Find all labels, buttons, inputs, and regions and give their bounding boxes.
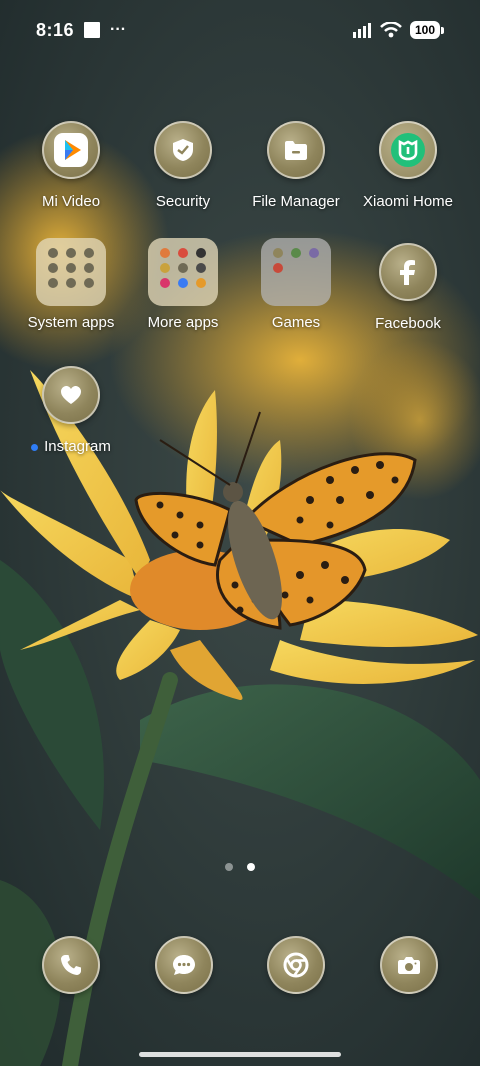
app-label: Facebook: [375, 315, 441, 332]
app-xiaomi-home[interactable]: Xiaomi Home: [353, 121, 463, 210]
folder-icon: [267, 121, 325, 179]
dock-chrome[interactable]: [267, 936, 325, 994]
app-label: System apps: [27, 314, 115, 331]
folder-icon: [261, 238, 331, 306]
app-security[interactable]: Security: [128, 121, 238, 210]
folder-system-apps[interactable]: System apps: [16, 238, 126, 331]
more-notifications-icon: ···: [110, 21, 127, 38]
facebook-icon: [379, 243, 437, 301]
dock-messages[interactable]: [155, 936, 213, 994]
app-label: Xiaomi Home: [362, 193, 454, 210]
app-file-manager[interactable]: File Manager: [241, 121, 351, 210]
battery-level: 100: [409, 21, 440, 39]
signal-icon: [352, 23, 371, 38]
folder-icon: [36, 238, 106, 306]
chrome-icon: [267, 936, 325, 994]
notification-icon: [84, 22, 101, 38]
camera-icon: [380, 936, 438, 994]
page-dot-1[interactable]: [225, 863, 233, 871]
folder-more-apps[interactable]: More apps: [128, 238, 238, 331]
dock-phone[interactable]: [42, 936, 100, 994]
app-label: Games: [271, 314, 321, 331]
app-mi-video[interactable]: Mi Video: [16, 121, 126, 210]
heart-icon: [42, 366, 100, 424]
dock-camera[interactable]: [380, 936, 438, 994]
mi-video-icon: [42, 121, 100, 179]
app-label: Mi Video: [41, 193, 101, 210]
app-instagram[interactable]: Instagram: [16, 366, 126, 455]
app-label: Instagram: [16, 438, 126, 455]
app-label: More apps: [147, 314, 219, 331]
home-gesture-bar[interactable]: [139, 1052, 341, 1057]
page-indicator[interactable]: [0, 863, 480, 871]
page-dot-2[interactable]: [247, 863, 255, 871]
battery-icon: 100: [409, 21, 444, 39]
xiaomi-home-icon: [379, 121, 437, 179]
new-install-dot: [31, 443, 39, 451]
wifi-icon: [380, 22, 402, 38]
app-label: Security: [155, 193, 211, 210]
folder-icon: [148, 238, 218, 306]
status-bar: 8:16 ··· 100: [0, 0, 480, 60]
phone-icon: [42, 936, 100, 994]
security-shield-icon: [154, 121, 212, 179]
messages-icon: [155, 936, 213, 994]
status-time: 8:16: [36, 19, 75, 40]
folder-games[interactable]: Games: [241, 238, 351, 331]
app-facebook[interactable]: Facebook: [353, 243, 463, 332]
app-label: File Manager: [252, 193, 340, 210]
